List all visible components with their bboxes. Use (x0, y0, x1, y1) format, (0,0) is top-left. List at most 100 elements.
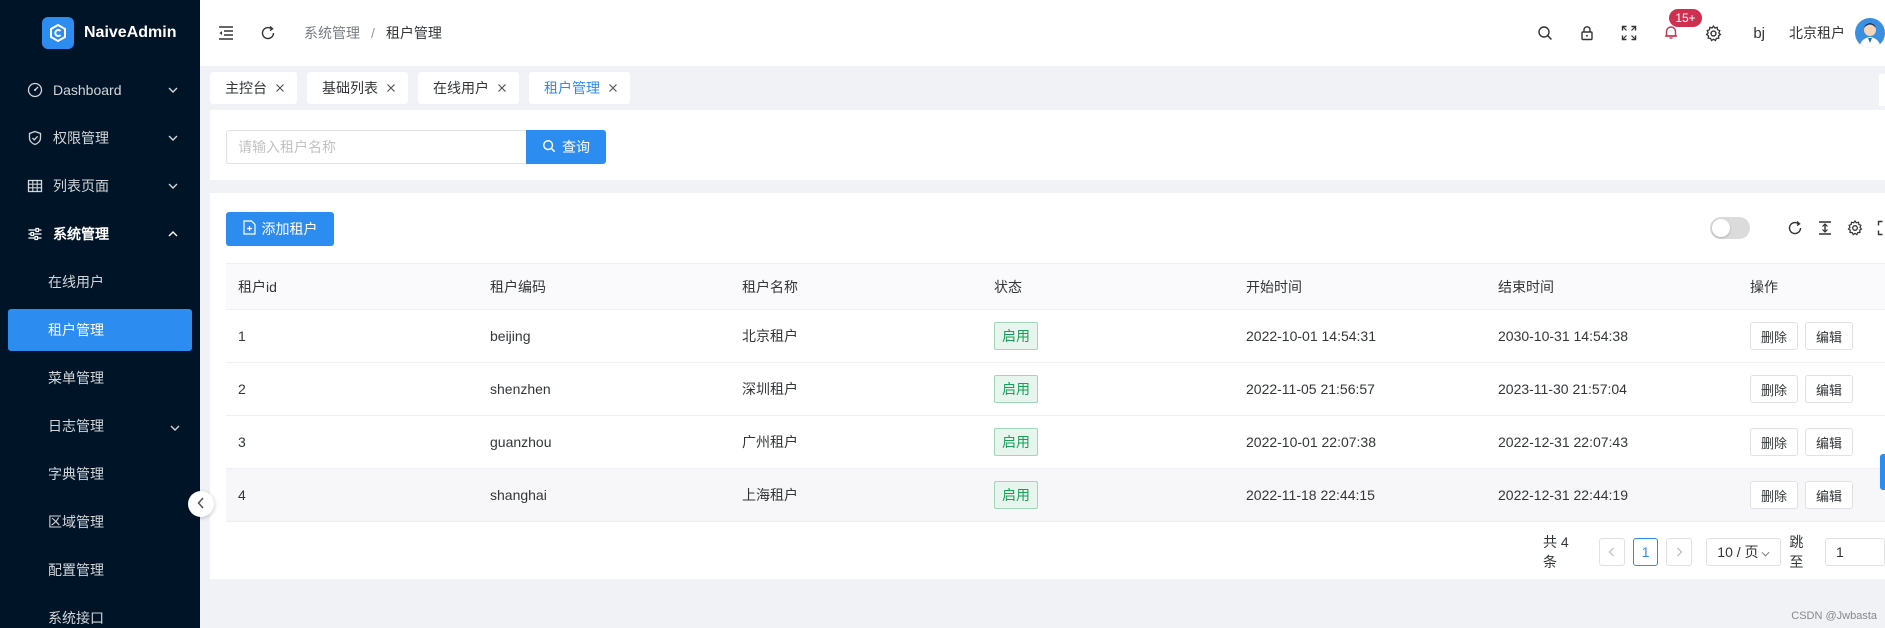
edit-button[interactable]: 编辑 (1805, 375, 1854, 403)
side-drawer-handle[interactable] (1880, 454, 1885, 490)
cell-status: 启用 (982, 468, 1234, 522)
page-size-select[interactable]: 10 / 页 (1706, 538, 1782, 566)
table-row: 2 shenzhen 深圳租户 启用 2022-11-05 21:56:57 2… (226, 362, 1885, 416)
chevron-down-icon (1761, 544, 1770, 560)
fullscreen-icon[interactable] (1876, 219, 1885, 237)
gear-icon[interactable] (1703, 23, 1723, 43)
search-icon[interactable] (1535, 23, 1555, 43)
search-button[interactable]: 查询 (526, 130, 606, 164)
username[interactable]: 北京租户 (1789, 23, 1845, 43)
cell-id: 3 (226, 415, 478, 469)
delete-button[interactable]: 删除 (1750, 375, 1799, 403)
table-row: 4 shanghai 上海租户 启用 2022-11-18 22:44:15 2… (226, 468, 1885, 522)
cell-id: 2 (226, 362, 478, 416)
close-icon[interactable] (608, 83, 618, 93)
sidebar-item-log-management[interactable]: 日志管理 (0, 402, 200, 450)
cell-actions: 删除 编辑 (1738, 468, 1885, 522)
sidebar-item-label: 区域管理 (48, 514, 104, 530)
app-logo-icon (42, 17, 74, 49)
sidebar-item-system-api[interactable]: 系统接口 (0, 594, 200, 628)
prev-page-button[interactable] (1598, 538, 1625, 566)
sidebar-item-online-users[interactable]: 在线用户 (0, 258, 200, 306)
notification-button[interactable]: 15+ (1661, 9, 1702, 43)
sidebar-item-dictionary-management[interactable]: 字典管理 (0, 450, 200, 498)
table-toolbar (1710, 217, 1885, 239)
breadcrumb-current: 租户管理 (385, 25, 442, 41)
chevron-right-icon (1676, 544, 1683, 560)
delete-button[interactable]: 删除 (1750, 481, 1799, 509)
add-tenant-button[interactable]: 添加租户 (226, 212, 334, 246)
tenant-table: 租户id 租户编码 租户名称 状态 开始时间 结束时间 操作 1 beijing… (226, 263, 1885, 522)
search-form: 查询 (226, 130, 606, 164)
delete-button[interactable]: 删除 (1750, 322, 1799, 350)
jump-label: 跳至 (1789, 534, 1804, 570)
tab-online-users[interactable]: 在线用户 (418, 72, 519, 104)
next-page-button[interactable] (1666, 538, 1693, 566)
sidebar-item-dashboard[interactable]: Dashboard (0, 66, 200, 114)
tab-tenant-management[interactable]: 租户管理 (529, 72, 630, 104)
sidebar-item-tenant-management[interactable]: 租户管理 (8, 309, 192, 351)
sidebar-item-label: 系统管理 (53, 226, 109, 242)
cell-end-time: 2030-10-31 14:54:38 (1486, 309, 1738, 363)
watermark: CSDN @Jwbasta (1791, 610, 1877, 622)
sidebar-item-system[interactable]: 系统管理 (0, 210, 200, 258)
cell-start-time: 2022-11-05 21:56:57 (1234, 362, 1486, 416)
avatar[interactable] (1855, 18, 1885, 48)
tenant-name-input[interactable] (226, 130, 526, 164)
cell-name: 深圳租户 (730, 362, 982, 416)
language-switcher[interactable]: bj (1753, 25, 1765, 42)
jump-page-input[interactable] (1825, 538, 1885, 566)
close-icon[interactable] (275, 83, 285, 93)
sidebar-item-menu-management[interactable]: 菜单管理 (0, 354, 200, 402)
cell-id: 4 (226, 468, 478, 522)
edit-button[interactable]: 编辑 (1805, 428, 1854, 456)
status-badge: 启用 (994, 481, 1038, 509)
column-header-code: 租户编码 (478, 263, 730, 310)
gear-icon[interactable] (1846, 219, 1864, 237)
refresh-icon[interactable] (258, 23, 278, 43)
density-icon[interactable] (1816, 219, 1834, 237)
logo[interactable]: NaiveAdmin (0, 0, 200, 66)
top-header: 系统管理 / 租户管理 15+ bj 北京租户 (200, 0, 1885, 66)
tab-label: 在线用户 (433, 80, 489, 96)
refresh-icon[interactable] (1786, 219, 1804, 237)
close-icon[interactable] (497, 83, 507, 93)
cell-code: shenzhen (478, 362, 730, 416)
cell-end-time: 2023-11-30 21:57:04 (1486, 362, 1738, 416)
edit-button[interactable]: 编辑 (1805, 481, 1854, 509)
column-header-status: 状态 (982, 263, 1234, 310)
table-row: 1 beijing 北京租户 启用 2022-10-01 14:54:31 20… (226, 309, 1885, 363)
column-header-actions: 操作 (1738, 263, 1885, 310)
sidebar-item-region-management[interactable]: 区域管理 (0, 498, 200, 546)
sidebar-item-label: 在线用户 (48, 274, 104, 290)
sidebar-item-label: 列表页面 (53, 178, 109, 194)
fullscreen-icon[interactable] (1619, 23, 1639, 43)
sidebar-item-config-management[interactable]: 配置管理 (0, 546, 200, 594)
tabs-scroll-edge[interactable] (1879, 74, 1885, 106)
chevron-up-icon (166, 227, 180, 241)
file-add-icon (242, 220, 256, 238)
search-card: 查询 (210, 110, 1885, 180)
sidebar-item-label: 配置管理 (48, 562, 104, 578)
menu-fold-icon[interactable] (216, 23, 236, 43)
tab-dashboard[interactable]: 主控台 (210, 72, 297, 104)
page-button[interactable]: 1 (1632, 538, 1659, 566)
striped-toggle[interactable] (1710, 217, 1750, 239)
shield-icon (26, 129, 44, 147)
cell-start-time: 2022-11-18 22:44:15 (1234, 468, 1486, 522)
add-tenant-label: 添加租户 (261, 221, 318, 237)
edit-button[interactable]: 编辑 (1805, 322, 1854, 350)
breadcrumb-item[interactable]: 系统管理 (304, 23, 360, 43)
search-button-label: 查询 (562, 139, 590, 155)
sidebar-item-list-pages[interactable]: 列表页面 (0, 162, 200, 210)
close-icon[interactable] (386, 83, 396, 93)
page-tabs: 主控台 基础列表 在线用户 租户管理 (200, 66, 1885, 110)
sidebar-item-permissions[interactable]: 权限管理 (0, 114, 200, 162)
delete-button[interactable]: 删除 (1750, 428, 1799, 456)
tab-basic-list[interactable]: 基础列表 (307, 72, 408, 104)
lock-icon[interactable] (1577, 23, 1597, 43)
cell-start-time: 2022-10-01 22:07:38 (1234, 415, 1486, 469)
sidebar-collapse-button[interactable] (188, 491, 214, 517)
cell-actions: 删除 编辑 (1738, 309, 1885, 363)
column-header-name: 租户名称 (730, 263, 982, 310)
